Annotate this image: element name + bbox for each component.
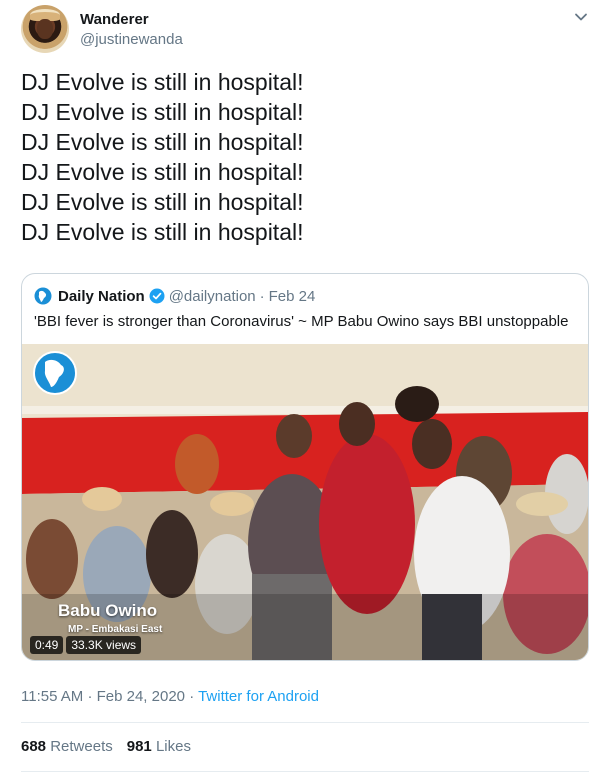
quoted-tweet[interactable]: Daily Nation @dailynation · Feb 24 'BBI … xyxy=(21,273,589,661)
quoted-tweet-date[interactable]: Feb 24 xyxy=(269,288,316,305)
tweet-text: DJ Evolve is still in hospital! DJ Evolv… xyxy=(21,67,591,247)
divider xyxy=(21,722,589,723)
author-display-name[interactable]: Wanderer xyxy=(80,11,149,28)
separator-dot: · xyxy=(87,688,93,705)
tweet-time[interactable]: 11:55 AM xyxy=(21,688,83,705)
daily-nation-logo-icon xyxy=(34,287,52,305)
verified-badge-icon xyxy=(149,288,165,304)
video-caption-role: MP - Embakasi East xyxy=(68,624,163,635)
tweet: Wanderer @justinewanda DJ Evolve is stil… xyxy=(0,0,611,774)
tweet-line: DJ Evolve is still in hospital! xyxy=(21,189,304,215)
avatar[interactable] xyxy=(21,5,69,53)
likes-label: Likes xyxy=(155,738,191,755)
likes-stat[interactable]: 981 Likes xyxy=(127,738,191,755)
tweet-line: DJ Evolve is still in hospital! xyxy=(21,129,304,155)
video-duration: 0:49 xyxy=(30,636,64,654)
tweet-source-link[interactable]: Twitter for Android xyxy=(198,688,319,705)
retweets-label: Retweets xyxy=(50,738,113,755)
divider xyxy=(21,771,589,772)
video-caption-name: Babu Owino xyxy=(58,601,158,620)
channel-logo-icon xyxy=(33,351,77,395)
tweet-meta: 11:55 AM · Feb 24, 2020 · Twitter for An… xyxy=(21,688,319,705)
tweet-stats: 688 Retweets 981 Likes xyxy=(21,738,191,755)
separator-dot: · xyxy=(189,688,195,705)
chevron-down-icon[interactable] xyxy=(574,10,588,24)
quoted-author-name[interactable]: Daily Nation xyxy=(58,288,145,305)
retweets-count: 688 xyxy=(21,738,47,755)
separator-dot: · xyxy=(259,287,265,305)
tweet-line: DJ Evolve is still in hospital! xyxy=(21,219,304,245)
likes-count: 981 xyxy=(126,738,152,755)
retweets-stat[interactable]: 688 Retweets xyxy=(21,738,113,755)
author-handle[interactable]: @justinewanda xyxy=(80,31,183,48)
quoted-author-handle[interactable]: @dailynation xyxy=(169,288,256,305)
video-badges: 0:49 33.3K views xyxy=(30,636,142,654)
video-views: 33.3K views xyxy=(66,636,142,654)
tweet-date[interactable]: Feb 24, 2020 xyxy=(97,688,185,705)
tweet-line: DJ Evolve is still in hospital! xyxy=(21,69,304,95)
quoted-tweet-header: Daily Nation @dailynation · Feb 24 xyxy=(34,287,315,305)
video-player[interactable]: Babu Owino MP - Embakasi East 0:49 33.3K… xyxy=(22,344,588,660)
avatar-face xyxy=(37,19,53,39)
quoted-tweet-text: 'BBI fever is stronger than Coronavirus'… xyxy=(34,313,569,330)
tweet-line: DJ Evolve is still in hospital! xyxy=(21,99,304,125)
tweet-line: DJ Evolve is still in hospital! xyxy=(21,159,304,185)
